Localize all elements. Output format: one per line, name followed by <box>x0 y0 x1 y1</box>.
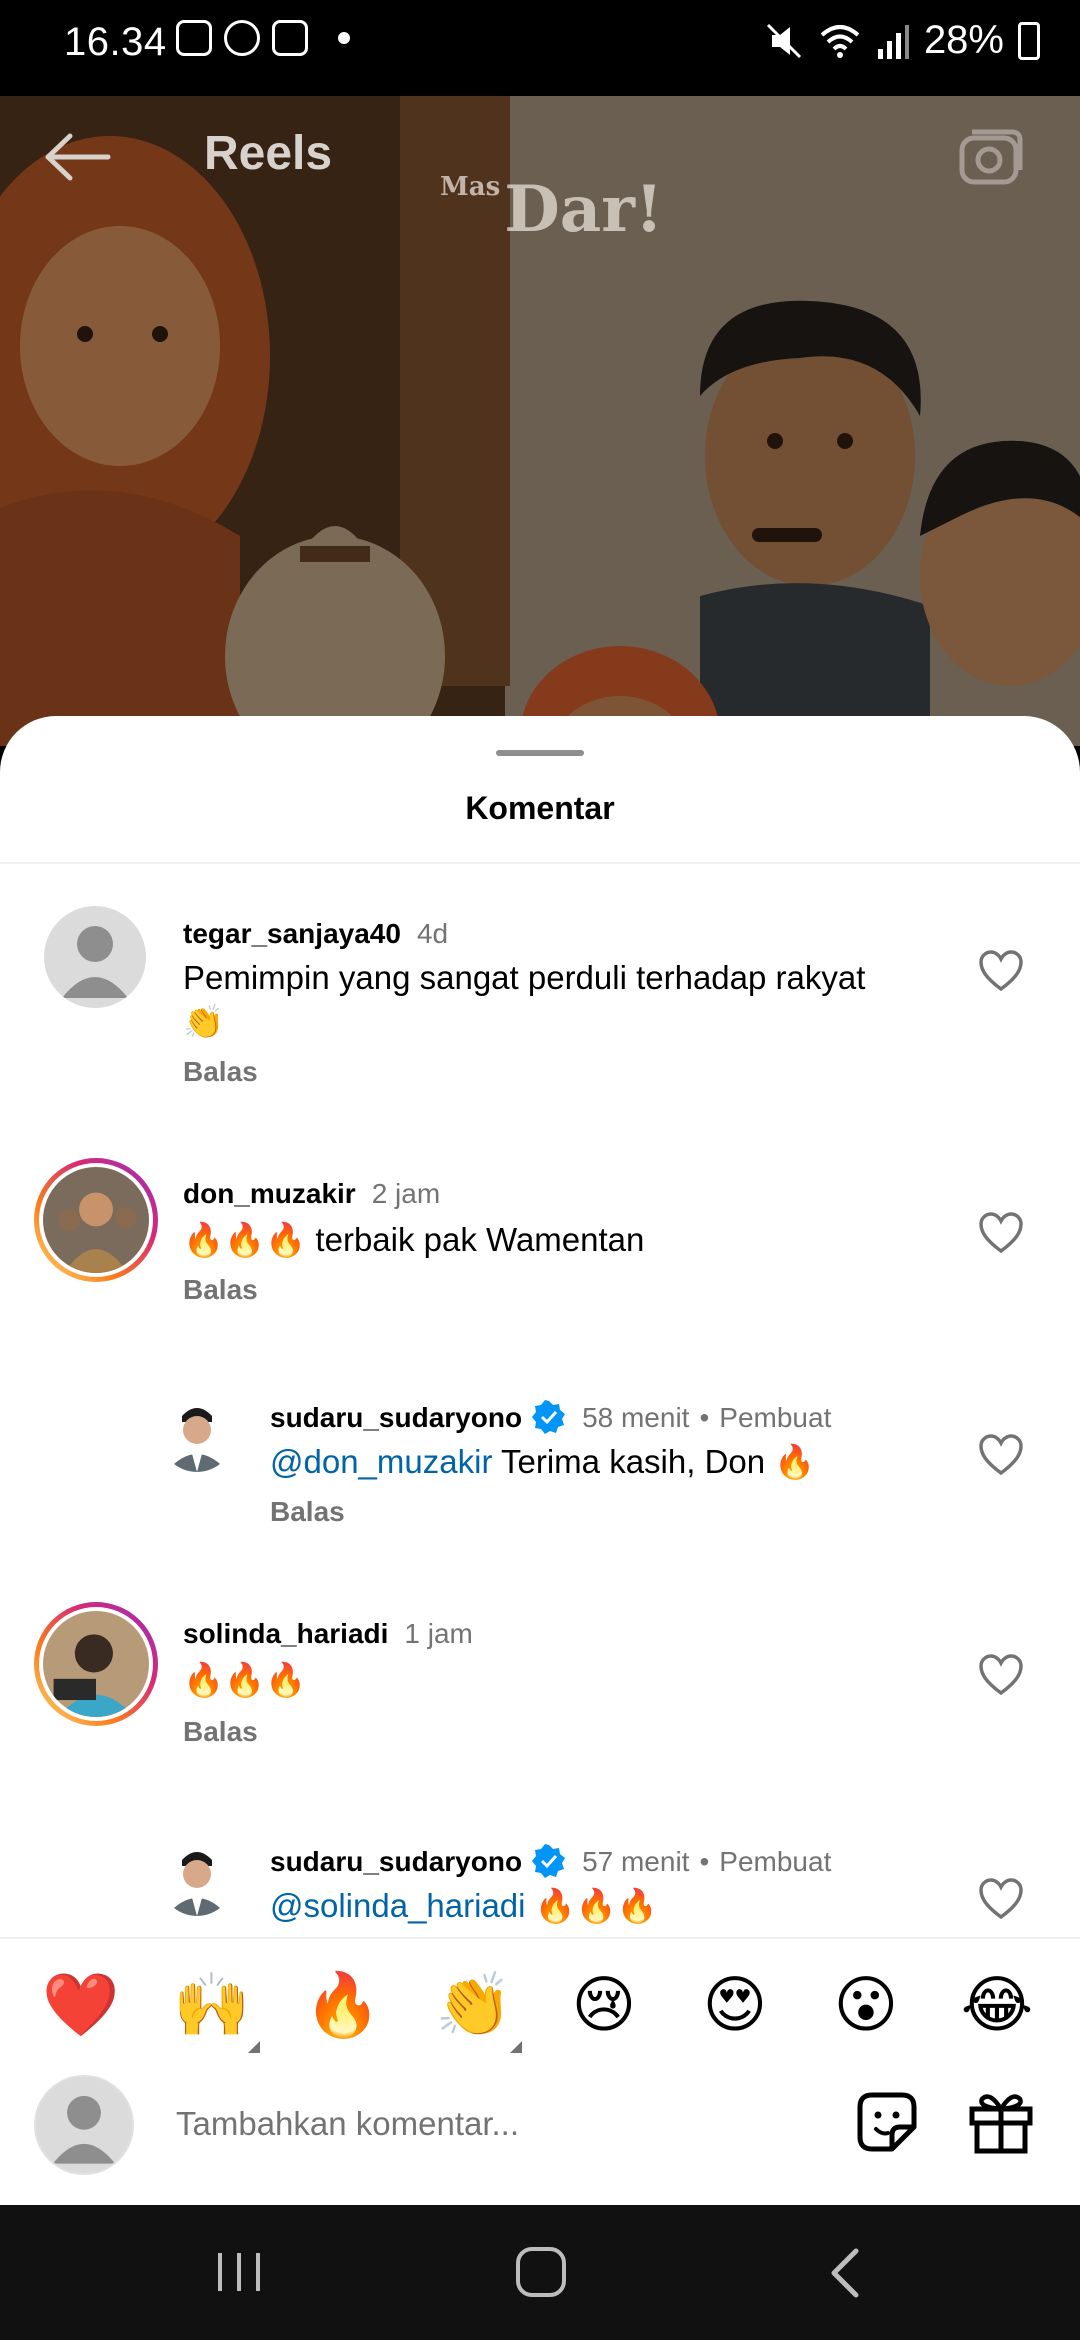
mute-icon <box>766 23 801 58</box>
comment-text: 🔥🔥🔥 <box>183 1661 307 1698</box>
comment-username[interactable]: tegar_sanjaya40 <box>183 918 401 949</box>
avatar[interactable] <box>44 906 146 1008</box>
comment-time: 57 menit <box>582 1846 690 1877</box>
comment-time: 1 jam <box>404 1618 473 1649</box>
comment-text: 🔥🔥🔥 terbaik pak Wamentan <box>183 1221 645 1258</box>
battery-percentage: 28% <box>923 18 1004 62</box>
heart-icon[interactable] <box>978 1212 1024 1254</box>
heart-icon[interactable] <box>978 1654 1024 1696</box>
heart-icon[interactable] <box>978 1878 1024 1920</box>
gallery-icon <box>176 20 212 56</box>
comment-input-bar: Tambahkan komentar... <box>0 2067 1080 2205</box>
comment-time: 58 menit <box>582 1402 690 1433</box>
comment-meta: tegar_sanjaya40 4d <box>183 918 448 950</box>
emoji-tears-of-joy[interactable]: 😂 <box>959 1967 1035 2043</box>
heart-icon[interactable] <box>978 1434 1024 1476</box>
comment-meta: sudaru_sudaryono 57 menit • Pembuat <box>270 1844 832 1878</box>
avatar[interactable] <box>34 1602 158 1726</box>
emoji-clapping-hands[interactable]: 👏 <box>435 1967 512 2043</box>
avatar[interactable] <box>34 1158 158 1282</box>
avatar-photo <box>43 1611 149 1717</box>
emoji-heart[interactable]: ❤️ <box>42 1967 119 2043</box>
emoji-raising-hands[interactable]: 🙌 <box>173 1967 250 2043</box>
comment-time: 4d <box>416 918 449 949</box>
wifi-icon <box>820 24 860 58</box>
divider <box>0 862 1080 864</box>
comment-meta: don_muzakir 2 jam <box>183 1178 440 1210</box>
more-notifications-dot <box>338 32 350 44</box>
default-avatar-icon <box>62 926 128 998</box>
reply-button[interactable]: Balas <box>183 1274 258 1306</box>
status-system-icons: 28% <box>764 18 1040 63</box>
mention-link[interactable]: @solinda_hariadi <box>270 1887 526 1924</box>
sheet-title: Komentar <box>465 790 615 826</box>
status-notification-icons <box>176 20 350 56</box>
comment-time: 2 jam <box>371 1178 441 1209</box>
back-arrow-icon[interactable] <box>42 132 112 182</box>
camera-icon[interactable] <box>958 126 1024 186</box>
status-bar: 16.34 28% <box>0 0 1080 96</box>
battery-icon <box>1018 21 1040 60</box>
page-title: Reels <box>204 127 333 180</box>
system-navigation-bar <box>0 2205 1080 2340</box>
emoji-quick-bar: ❤️ 🙌 🔥 👏 😢 😍 😮 😂 <box>0 1937 1080 2067</box>
mention-link[interactable]: @don_muzakir <box>270 1443 492 1480</box>
skin-tone-indicator <box>510 2041 522 2053</box>
avatar-photo <box>160 1842 234 1916</box>
comment-username[interactable]: sudaru_sudaryono <box>270 1402 522 1433</box>
verified-badge-icon <box>532 1844 566 1878</box>
avatar-photo <box>43 1167 149 1273</box>
instagram-icon <box>272 20 308 56</box>
emoji-crying-face[interactable]: 😢 <box>566 1967 642 2043</box>
heart-icon[interactable] <box>978 950 1024 992</box>
creator-label: Pembuat <box>719 1402 832 1433</box>
sheet-drag-handle[interactable] <box>496 750 584 756</box>
comment-text: @don_muzakir Terima kasih, Don 🔥 <box>270 1443 816 1480</box>
verified-badge-icon <box>532 1400 566 1434</box>
gift-icon[interactable] <box>966 2087 1036 2157</box>
comment-meta: sudaru_sudaryono 58 menit • Pembuat <box>270 1400 832 1434</box>
comment-username[interactable]: solinda_hariadi <box>183 1618 388 1649</box>
emoji-heart-eyes[interactable]: 😍 <box>697 1967 773 2043</box>
sticker-icon[interactable] <box>852 2087 922 2157</box>
home-button[interactable] <box>516 2247 566 2297</box>
comment-text: @solinda_hariadi 🔥🔥🔥 <box>270 1887 658 1924</box>
my-avatar <box>34 2075 134 2175</box>
emoji-fire[interactable]: 🔥 <box>304 1967 381 2043</box>
comment-meta: solinda_hariadi 1 jam <box>183 1618 473 1650</box>
avatar-photo <box>160 1398 234 1472</box>
recent-apps-icon[interactable] <box>214 2249 264 2295</box>
comment-input[interactable]: Tambahkan komentar... <box>176 2105 519 2143</box>
emoji-surprised-face[interactable]: 😮 <box>828 1967 904 2043</box>
system-back-icon[interactable] <box>826 2245 866 2301</box>
comment-username[interactable]: don_muzakir <box>183 1178 356 1209</box>
status-time: 16.34 <box>64 20 167 64</box>
avatar[interactable] <box>160 1398 234 1472</box>
reels-top-bar: Reels <box>0 96 1080 216</box>
comment-text: Pemimpin yang sangat perduli terhadap ra… <box>183 959 866 1040</box>
skin-tone-indicator <box>248 2041 260 2053</box>
default-avatar-icon <box>52 2095 116 2164</box>
avatar[interactable] <box>160 1842 234 1916</box>
reply-button[interactable]: Balas <box>183 1716 258 1748</box>
comment-username[interactable]: sudaru_sudaryono <box>270 1846 522 1877</box>
signal-icon <box>877 24 909 59</box>
reply-button[interactable]: Balas <box>270 1496 345 1528</box>
whatsapp-icon <box>224 20 260 56</box>
reply-button[interactable]: Balas <box>183 1056 258 1088</box>
creator-label: Pembuat <box>719 1846 832 1877</box>
